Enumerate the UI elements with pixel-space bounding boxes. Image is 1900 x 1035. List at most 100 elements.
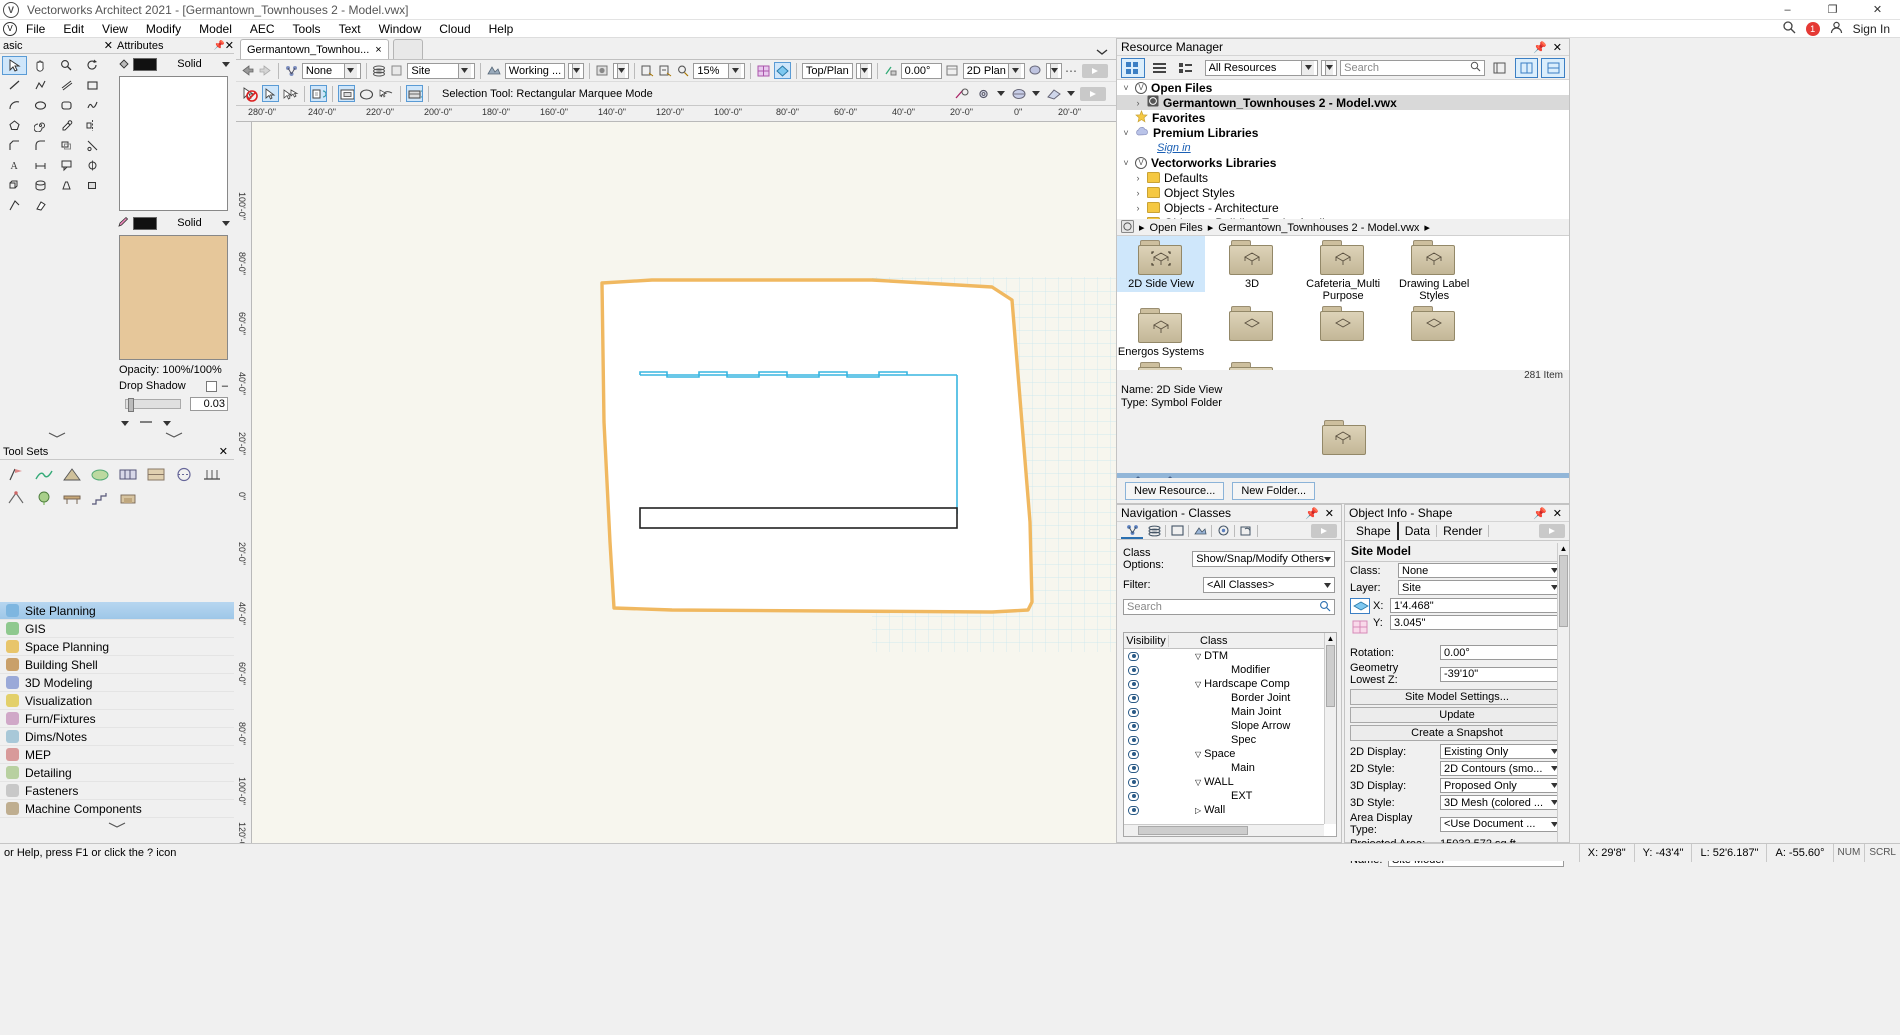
tool-polyline[interactable] <box>28 76 53 95</box>
toolset-landscape-area-icon[interactable] <box>87 463 113 485</box>
toolset-hardscape-icon[interactable] <box>143 463 169 485</box>
layer-options-icon[interactable] <box>756 62 771 79</box>
class-row[interactable]: ▽ WALL <box>1124 775 1336 789</box>
object-info-tab-render[interactable]: Render <box>1437 522 1488 540</box>
user-avatar-icon[interactable] <box>1830 21 1843 37</box>
toolset-bench-icon[interactable] <box>59 487 85 509</box>
tool-oval[interactable] <box>28 96 53 115</box>
line-start-marker-chevron-icon[interactable] <box>121 421 129 426</box>
visibility-eye-icon[interactable] <box>1128 665 1139 675</box>
resource-layout-vertical-icon[interactable] <box>1514 57 1539 78</box>
basic-palette-collapse-icon[interactable] <box>0 428 113 442</box>
tool-selection[interactable] <box>2 56 27 75</box>
drawing-canvas[interactable] <box>252 122 1116 843</box>
snap-grid-icon[interactable] <box>774 62 792 79</box>
rotation-icon[interactable] <box>883 62 898 79</box>
visibility-eye-icon[interactable] <box>1128 805 1139 815</box>
perspective-dropdown-button[interactable] <box>1046 62 1062 79</box>
resource-search-input[interactable]: Search <box>1340 59 1486 76</box>
class-row[interactable]: Slope Arrow <box>1124 719 1336 733</box>
object-info-tab-shape[interactable]: Shape <box>1350 522 1399 540</box>
visibility-eye-icon[interactable] <box>1128 749 1139 759</box>
class-expander-icon[interactable]: ▽ <box>1195 652 1201 661</box>
visibility-eye-icon[interactable] <box>1128 721 1139 731</box>
tool-eraser[interactable] <box>28 196 53 215</box>
area-display-type-selector[interactable]: <Use Document ... <box>1440 816 1564 832</box>
class-table-hscroll-thumb[interactable] <box>1138 826 1248 835</box>
resource-item[interactable] <box>1299 304 1387 344</box>
visibility-eye-icon[interactable] <box>1128 763 1139 773</box>
class-row[interactable]: EXT <box>1124 789 1336 803</box>
rotation-field[interactable]: 0.00° <box>900 62 942 79</box>
tool-solid[interactable] <box>80 176 105 195</box>
tool-dimension[interactable] <box>28 156 53 175</box>
sign-in-link[interactable]: Sign In <box>1853 22 1890 36</box>
tree-item-open-files[interactable]: ˅ V Open Files <box>1117 80 1569 95</box>
new-folder-button[interactable]: New Folder... <box>1232 481 1316 500</box>
saved-view-selector[interactable]: Working ... <box>504 62 566 79</box>
tree-item-favorites[interactable]: Favorites <box>1117 109 1569 125</box>
new-tab-button[interactable] <box>392 39 423 59</box>
vertical-ruler[interactable]: 100'-0" 80'-0" 60'-0" 40'-0" 20'-0" 0" 2… <box>236 122 252 843</box>
tool-sweep[interactable] <box>28 176 53 195</box>
layer-selector[interactable]: Site <box>407 62 475 79</box>
breadcrumb-file[interactable]: Germantown_Townhouses 2 - Model.vwx <box>1218 222 1419 234</box>
expander-icon[interactable]: ˅ <box>1121 158 1131 168</box>
navigation-tab-design-layers[interactable] <box>1143 522 1165 539</box>
class-row[interactable]: Border Joint <box>1124 691 1336 705</box>
plane-selector[interactable]: 2D Plan <box>962 62 1025 79</box>
display-3d-selector[interactable]: Proposed Only <box>1440 778 1564 793</box>
class-options-selector[interactable]: Show/Snap/Modify Others <box>1192 551 1335 567</box>
resource-options-icon[interactable] <box>1488 58 1511 78</box>
style-3d-selector[interactable]: 3D Mesh (colored ... <box>1440 795 1564 810</box>
resource-item[interactable] <box>1117 360 1205 370</box>
toolset-item-visualization[interactable]: Visualization <box>0 692 234 710</box>
pen-style-chevron-down-icon[interactable] <box>222 220 230 226</box>
resource-item[interactable] <box>1390 304 1478 344</box>
toolset-item-machine-components[interactable]: Machine Components <box>0 800 234 818</box>
expander-icon[interactable]: › <box>1133 203 1143 213</box>
basic-palette-close-icon[interactable]: ✕ <box>104 39 113 52</box>
update-button[interactable]: Update <box>1350 707 1564 723</box>
zoom-in-icon[interactable] <box>640 62 655 79</box>
tool-pan[interactable] <box>28 56 53 75</box>
tool-fillet[interactable] <box>28 136 53 155</box>
tool-text[interactable]: A <box>2 156 27 175</box>
toolset-parking-icon[interactable] <box>115 463 141 485</box>
layer-selector-chevron-down-icon[interactable] <box>457 63 471 78</box>
object-info-expand-button[interactable] <box>1539 524 1565 538</box>
class-icon[interactable] <box>284 62 299 79</box>
object-info-vscroll-thumb[interactable] <box>1559 555 1568 627</box>
dash-slider[interactable] <box>125 398 181 412</box>
close-button[interactable]: ✕ <box>1855 0 1900 20</box>
mode-partial-icon[interactable] <box>378 85 395 102</box>
zoom-level-chevron-down-icon[interactable] <box>728 63 742 78</box>
mode-single-object-icon[interactable] <box>310 85 327 102</box>
object-info-close-icon[interactable]: ✕ <box>1550 507 1565 520</box>
mode-contained-objects-icon[interactable] <box>338 85 355 102</box>
class-expander-icon[interactable]: ▷ <box>1195 806 1201 815</box>
saved-view-chevron-down-icon[interactable] <box>572 63 581 78</box>
class-search-input[interactable]: Search <box>1123 599 1335 615</box>
class-table[interactable]: Visibility Class ▽ DTM Modifier ▽ Hardscap… <box>1123 632 1337 837</box>
tool-callout[interactable] <box>54 156 79 175</box>
working-plane-chevron-down-icon[interactable] <box>1067 91 1075 96</box>
class-selector[interactable]: None <box>301 62 361 79</box>
object-screen-plane-icon[interactable] <box>1350 619 1370 638</box>
settings-chevron-down-icon[interactable] <box>997 91 1005 96</box>
menu-aec[interactable]: AEC <box>241 20 284 38</box>
class-row[interactable]: ▽ Hardscape Comp <box>1124 677 1336 691</box>
view-selector-chevron-down-icon[interactable] <box>859 63 868 78</box>
view-toolbar-expand-button[interactable] <box>1082 63 1108 78</box>
toolset-survey-icon[interactable] <box>3 487 29 509</box>
toolset-item-space-planning[interactable]: Space Planning <box>0 638 234 656</box>
resource-manager-close-icon[interactable]: ✕ <box>1550 41 1565 54</box>
view-selector[interactable]: Top/Plan <box>801 62 853 79</box>
search-icon[interactable] <box>1782 20 1796 37</box>
class-row[interactable]: Main <box>1124 761 1336 775</box>
object-3d-plane-icon[interactable] <box>1350 598 1370 617</box>
sphere-chevron-down-icon[interactable] <box>1032 91 1040 96</box>
object-class-selector[interactable]: None <box>1398 563 1564 578</box>
visibility-eye-icon[interactable] <box>1128 651 1139 661</box>
toolset-item-3d-modeling[interactable]: 3D Modeling <box>0 674 234 692</box>
